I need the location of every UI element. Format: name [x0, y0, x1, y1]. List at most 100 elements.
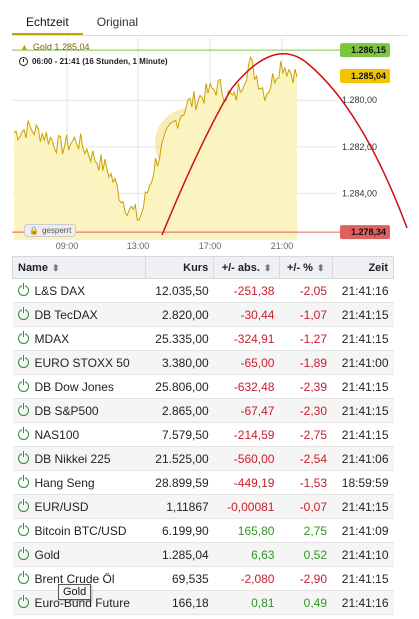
time-cell: 21:41:15: [332, 374, 394, 399]
table-row[interactable]: Bitcoin BTC/USD 6.199,90 165,80 2,75 21:41:0…: [12, 518, 394, 543]
price-chart[interactable]: 1.284,00 1.282,00 1.280,00 09:00 13:00 17:00 2…: [12, 38, 408, 252]
power-icon: [17, 523, 29, 536]
abs-change-cell: -2,080: [213, 566, 280, 591]
instrument-name[interactable]: MDAX: [35, 332, 70, 346]
table-row[interactable]: DB Nikkei 225 21.525,00 -560,00 -2,54 21:41:…: [12, 446, 394, 471]
pct-change-cell: -1,89: [279, 350, 333, 375]
pct-change-cell: -1,27: [279, 326, 333, 351]
x-tick-label: 09:00: [56, 241, 79, 251]
col-abs[interactable]: +/- abs. ⬍: [213, 256, 280, 279]
kurs-cell: 3.380,00: [145, 350, 214, 375]
col-name[interactable]: Name ⬍: [12, 256, 146, 279]
table-row[interactable]: NAS100 7.579,50 -214,59 -2,75 21:41:15: [12, 422, 394, 447]
kurs-cell: 7.579,50: [145, 422, 214, 447]
table-row[interactable]: L&S DAX 12.035,50 -251,38 -2,05 21:41:16: [12, 278, 394, 303]
y-tick-label: 1.284,00: [342, 188, 377, 198]
kurs-cell: 28.899,59: [145, 470, 214, 495]
name-cell[interactable]: Hang Seng: [12, 470, 146, 495]
name-cell[interactable]: MDAX: [12, 326, 146, 351]
name-cell[interactable]: EURO STOXX 50: [12, 350, 146, 375]
power-icon: [17, 595, 29, 608]
instrument-name[interactable]: EUR/USD: [35, 500, 89, 514]
tab-original[interactable]: Original: [83, 10, 152, 35]
low-tag: 1.278,34: [351, 227, 386, 237]
chart-svg: 1.284,00 1.282,00 1.280,00 09:00 13:00 17:00 2…: [12, 38, 408, 251]
name-cell[interactable]: DB TecDAX: [12, 302, 146, 327]
abs-change-cell: 0,81: [213, 590, 280, 615]
x-tick-label: 17:00: [199, 241, 222, 251]
abs-change-cell: -214,59: [213, 422, 280, 447]
instrument-name[interactable]: DB Dow Jones: [35, 380, 114, 394]
time-cell: 21:41:16: [332, 590, 394, 615]
table-row[interactable]: EURO STOXX 50 3.380,00 -65,00 -1,89 21:41:00: [12, 350, 394, 375]
name-cell[interactable]: Gold: [12, 542, 146, 567]
x-tick-label: 21:00: [271, 241, 294, 251]
table-row[interactable]: MDAX 25.335,00 -324,91 -1,27 21:41:15: [12, 326, 394, 351]
gold-triangle-icon: ▲: [20, 42, 29, 52]
power-icon: [17, 499, 29, 512]
power-icon: [17, 283, 29, 296]
name-cell[interactable]: Bitcoin BTC/USD: [12, 518, 146, 543]
kurs-cell: 2.820,00: [145, 302, 214, 327]
col-kurs[interactable]: Kurs: [144, 256, 215, 279]
pct-change-cell: 0,49: [279, 590, 333, 615]
power-icon: [17, 331, 29, 344]
pct-change-cell: 2,75: [279, 518, 333, 543]
table-row[interactable]: DB TecDAX 2.820,00 -30,44 -1,07 21:41:15: [12, 302, 394, 327]
pct-change-cell: -2,30: [279, 398, 333, 423]
instrument-name[interactable]: DB Nikkei 225: [35, 452, 111, 466]
time-cell: 21:41:16: [332, 278, 394, 303]
time-cell: 21:41:15: [332, 566, 394, 591]
pct-change-cell: -2,54: [279, 446, 333, 471]
power-icon: [17, 475, 29, 488]
time-cell: 21:41:15: [332, 422, 394, 447]
instrument-name[interactable]: DB TecDAX: [35, 308, 98, 322]
legend-label: Gold 1.285,04: [32, 42, 90, 52]
power-icon: [17, 379, 29, 392]
kurs-cell: 1,11867: [145, 494, 214, 519]
instrument-name[interactable]: Bitcoin BTC/USD: [35, 524, 127, 538]
name-cell[interactable]: DB Dow Jones: [12, 374, 146, 399]
time-cell: 21:41:15: [332, 326, 394, 351]
locked-badge[interactable]: 🔒 gesperrt: [24, 224, 77, 237]
name-cell[interactable]: DB Nikkei 225: [12, 446, 146, 471]
chart-legend: ▲ Gold 1.285,04: [20, 42, 89, 52]
name-cell[interactable]: DB S&P500: [12, 398, 146, 423]
tab-echtzeit[interactable]: Echtzeit: [12, 10, 83, 35]
time-range: 06:00 - 21:41 (16 Stunden, 1 Minute): [19, 57, 168, 66]
col-pct[interactable]: +/- % ⬍: [278, 256, 333, 279]
table-row[interactable]: Gold 1.285,04 6,63 0,52 21:41:10: [12, 542, 394, 567]
kurs-cell: 12.035,50: [145, 278, 214, 303]
current-tag: 1.285,04: [351, 71, 386, 81]
pct-change-cell: -2,05: [279, 278, 333, 303]
power-icon: [17, 571, 29, 584]
instrument-name[interactable]: DB S&P500: [35, 404, 99, 418]
y-tick-label: 1.282,00: [342, 142, 377, 152]
power-icon: [17, 451, 29, 464]
instrument-name[interactable]: L&S DAX: [35, 284, 86, 298]
pct-change-cell: -0,07: [279, 494, 333, 519]
table-row[interactable]: DB S&P500 2.865,00 -67,47 -2,30 21:41:15: [12, 398, 394, 423]
abs-change-cell: -251,38: [213, 278, 280, 303]
table-row[interactable]: DB Dow Jones 25.806,00 -632,48 -2,39 21:41:1…: [12, 374, 394, 399]
x-tick-label: 13:00: [127, 241, 150, 251]
instrument-name[interactable]: NAS100: [35, 428, 80, 442]
abs-change-cell: 6,63: [213, 542, 280, 567]
pct-change-cell: -1,07: [279, 302, 333, 327]
instrument-name[interactable]: EURO STOXX 50: [35, 356, 130, 370]
locked-label: gesperrt: [41, 226, 72, 235]
instrument-name[interactable]: Gold: [35, 548, 60, 562]
power-icon: [17, 355, 29, 368]
table-row[interactable]: Hang Seng 28.899,59 -449,19 -1,53 18:59:59: [12, 470, 394, 495]
name-cell[interactable]: L&S DAX: [12, 278, 146, 303]
time-cell: 21:41:09: [332, 518, 394, 543]
instrument-name[interactable]: Hang Seng: [35, 476, 95, 490]
name-cell[interactable]: NAS100: [12, 422, 146, 447]
kurs-cell: 25.806,00: [145, 374, 214, 399]
table-row[interactable]: EUR/USD 1,11867 -0,00081 -0,07 21:41:15: [12, 494, 394, 519]
pct-change-cell: -2,90: [279, 566, 333, 591]
time-cell: 18:59:59: [332, 470, 394, 495]
col-zeit[interactable]: Zeit: [331, 256, 395, 279]
name-cell[interactable]: EUR/USD: [12, 494, 146, 519]
time-cell: 21:41:15: [332, 398, 394, 423]
